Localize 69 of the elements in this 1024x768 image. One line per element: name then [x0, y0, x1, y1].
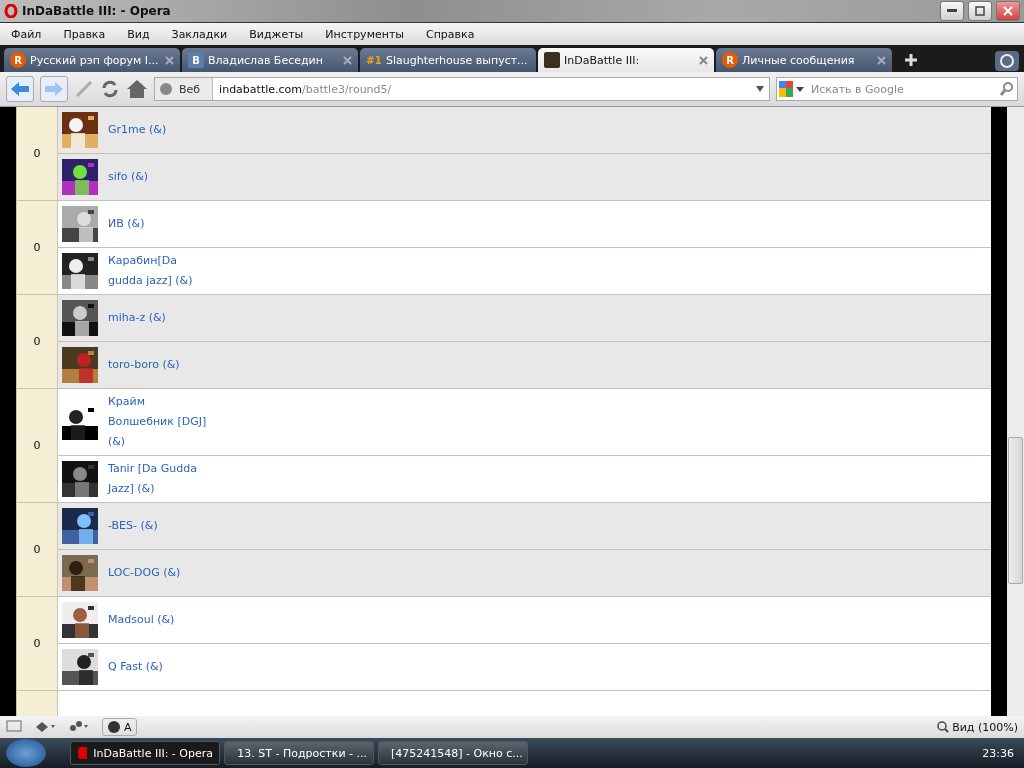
site-icon: R	[722, 52, 738, 68]
clock: 23:36	[982, 746, 1014, 760]
scrollbar[interactable]	[1007, 107, 1024, 716]
site-icon	[544, 52, 560, 68]
participant-link[interactable]: Madsoul (&)	[108, 610, 175, 630]
menu-item[interactable]: Справка	[415, 27, 486, 41]
reload-icon[interactable]	[100, 79, 120, 99]
participant-link[interactable]: LOC-DOG (&)	[108, 563, 181, 583]
start-button[interactable]	[6, 739, 46, 767]
window-title: InDaBattle III: - Opera	[22, 4, 172, 18]
menu-item[interactable]: Виджеты	[238, 27, 315, 41]
home-icon[interactable]	[126, 79, 148, 99]
participant-link[interactable]: -BES- (&)	[108, 516, 158, 536]
restore-icon	[975, 6, 985, 16]
score-cell: 0	[17, 107, 58, 200]
close-button[interactable]	[996, 1, 1020, 21]
site-icon: R	[10, 52, 26, 68]
score-cell: 0	[17, 597, 58, 690]
close-icon[interactable]	[165, 55, 174, 65]
browser-tab[interactable]: R Русский рэп форум I...	[4, 48, 180, 72]
browser-tab[interactable]: InDaBattle III:	[538, 48, 714, 72]
participant-link[interactable]: Крайм Волшебник [DGJ] (&)	[108, 392, 207, 452]
close-icon[interactable]	[343, 55, 352, 65]
participant-link[interactable]: ИВ (&)	[108, 214, 145, 234]
taskbar-button[interactable]: InDaBattle III: - Opera	[70, 741, 220, 765]
forward-arrow-icon	[44, 81, 64, 97]
address-field[interactable]: indabattle.com/battle3/round5/	[213, 82, 755, 96]
menu-item[interactable]: Правка	[52, 27, 117, 41]
plus-icon[interactable]	[904, 53, 918, 67]
magnifier-icon	[937, 721, 950, 733]
browser-tab[interactable]: B Владислав Беседин	[182, 48, 358, 72]
participant-link[interactable]: Tanir [Da Gudda Jazz] (&)	[108, 459, 197, 499]
search-box[interactable]: Искать в Google	[776, 77, 1018, 101]
site-icon: #1	[366, 52, 382, 68]
score-cell: 0	[17, 201, 58, 294]
dropdown-icon[interactable]	[755, 85, 765, 93]
score-cell: 0	[17, 295, 58, 388]
participant-link[interactable]: sifo (&)	[108, 167, 149, 187]
back-button[interactable]	[6, 76, 34, 102]
close-icon	[1003, 6, 1013, 16]
participant-link[interactable]: Q Fast (&)	[108, 657, 163, 677]
back-arrow-icon	[10, 81, 30, 97]
minimize-icon	[947, 9, 957, 13]
gauge-icon	[107, 720, 121, 734]
score-cell: 0	[17, 503, 58, 596]
opera-logo-icon	[4, 4, 18, 18]
participant-link[interactable]: Gr1me (&)	[108, 120, 167, 140]
turbo-button[interactable]: A	[102, 718, 137, 736]
menu-item[interactable]: Инструменты	[314, 27, 415, 41]
minimize-button[interactable]	[940, 1, 964, 21]
score-cell: 0	[17, 389, 58, 502]
taskbar-button[interactable]: 13. ST - Подростки - ...	[224, 741, 374, 765]
participant-link[interactable]: miha-z (&)	[108, 308, 166, 328]
scope-selector[interactable]: Веб	[155, 78, 214, 100]
participant-link[interactable]: toro-boro (&)	[108, 355, 180, 375]
menu-item[interactable]: Вид	[116, 27, 161, 41]
menu-item[interactable]: Закладки	[160, 27, 239, 41]
close-icon[interactable]	[699, 55, 708, 65]
site-icon: B	[188, 52, 204, 68]
app-icon	[77, 746, 88, 760]
close-icon[interactable]	[877, 55, 886, 65]
participant-link[interactable]: Карабин[Da gudda jazz] (&)	[108, 251, 193, 291]
browser-tab[interactable]: R Личные сообщения	[716, 48, 892, 72]
zoom-control[interactable]: Вид (100%)	[937, 720, 1018, 734]
browser-tab[interactable]: #1 Slaughterhouse выпуст...	[360, 48, 536, 72]
restore-button[interactable]	[968, 1, 992, 21]
taskbar-button[interactable]: [475241548] - Окно с...	[378, 741, 528, 765]
google-icon[interactable]	[777, 80, 805, 98]
menu-item[interactable]: Файл	[0, 27, 53, 41]
